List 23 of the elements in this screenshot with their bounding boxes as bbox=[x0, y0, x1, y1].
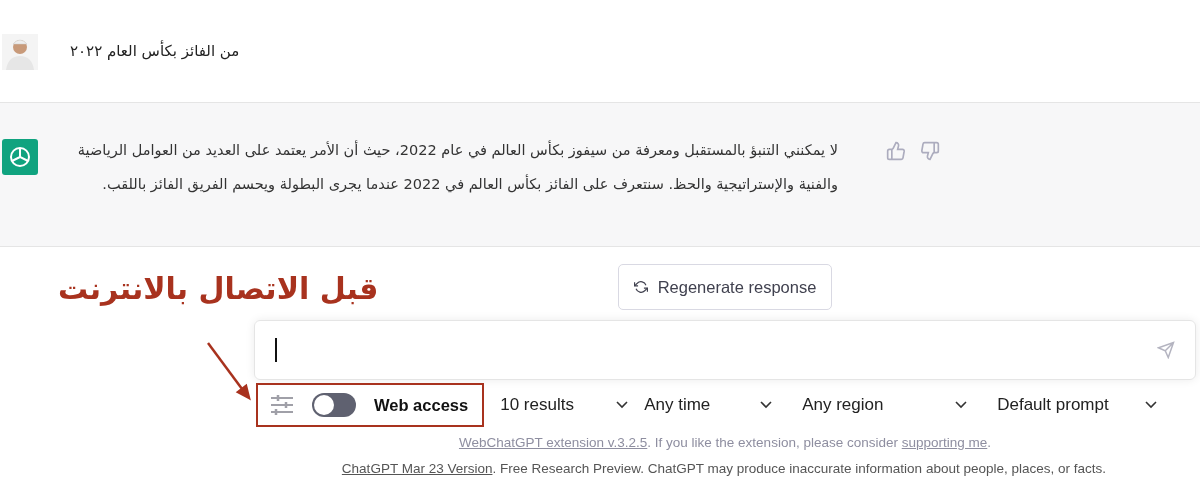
chevron-down-icon bbox=[760, 401, 773, 409]
chevron-down-icon bbox=[1145, 401, 1158, 409]
extension-note: WebChatGPT extension v.3.2.5. If you like the extension, please consider supporting me. bbox=[458, 435, 992, 450]
settings-sliders-icon[interactable] bbox=[270, 394, 294, 416]
annotation-text: قبل الاتصال بالانترنت bbox=[58, 271, 379, 306]
thumbs-down-icon[interactable] bbox=[920, 141, 940, 161]
thumbs-up-icon[interactable] bbox=[886, 141, 906, 161]
chevron-down-icon bbox=[616, 401, 629, 409]
dropdown[interactable]: 10 results bbox=[484, 395, 629, 415]
dropdown[interactable]: Default prompt bbox=[967, 395, 1158, 415]
assistant-message: لا يمكنني التنبؤ بالمستقبل ومعرفة من سيفوز بكأس العالم في عام 2022، حيث أن الأمر يعتمد على العديد من العوامل الرياضية والفنية والإستراتيجية والحظ. سنتعرف على الفائز بكأس العالم في 2022 عندما يجرى البطولة ويحسم الفريق الفائز باللقب. bbox=[76, 139, 838, 195]
refresh-icon bbox=[633, 280, 648, 294]
user-message: من الفائز بكأس العام ٢٠٢٢ bbox=[70, 42, 240, 60]
dropdown[interactable]: Any region bbox=[772, 395, 968, 415]
annotation-arrow bbox=[205, 341, 253, 401]
dropdown[interactable]: Any time bbox=[628, 395, 773, 415]
chevron-down-icon bbox=[955, 401, 968, 409]
regenerate-response-button[interactable]: Regenerate response bbox=[617, 264, 833, 310]
web-access-label: Web access bbox=[374, 395, 469, 415]
send-icon[interactable] bbox=[1157, 341, 1175, 359]
message-input-field[interactable] bbox=[254, 320, 1196, 380]
web-access-toggle[interactable] bbox=[312, 393, 356, 417]
footer-text: ChatGPT Mar 23 Version. Free Research Preview. ChatGPT may produce inaccurate information about people, places, or facts. bbox=[341, 461, 1106, 476]
